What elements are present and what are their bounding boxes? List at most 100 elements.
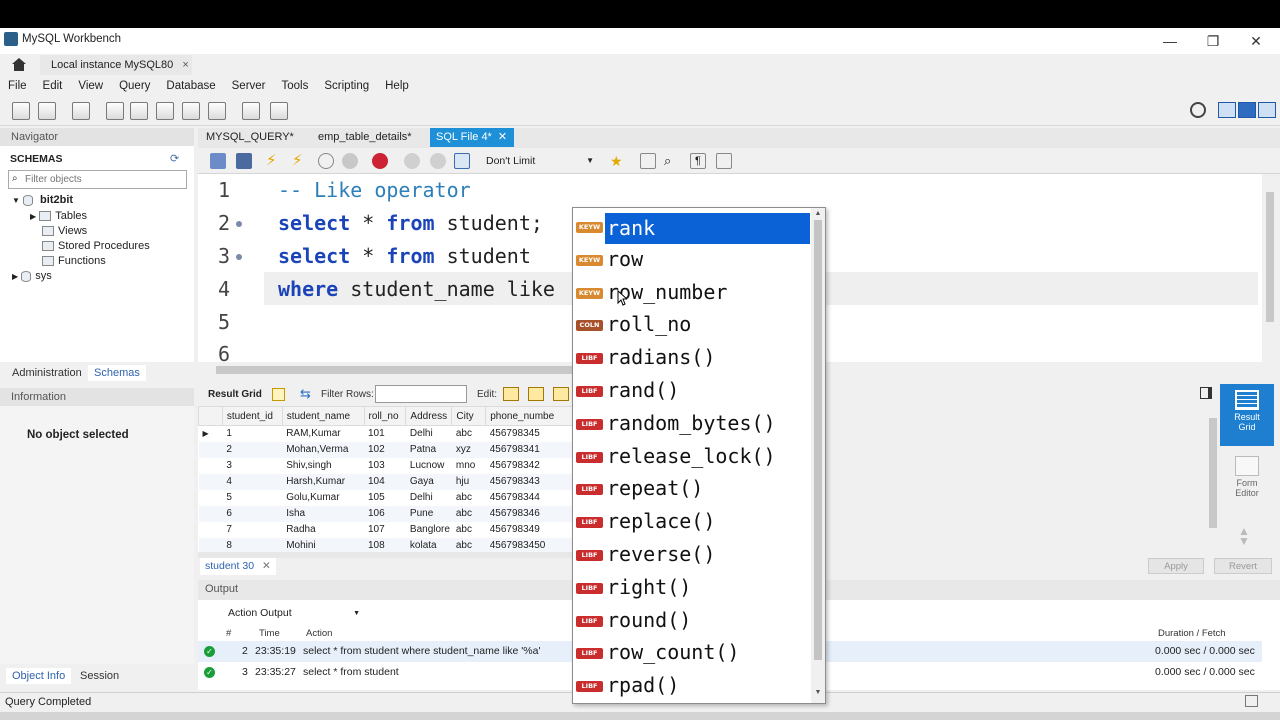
table-cell[interactable]: 103 bbox=[364, 458, 406, 474]
editor-vertical-scrollbar[interactable] bbox=[1262, 174, 1278, 362]
table-cell[interactable]: Mohini bbox=[282, 537, 364, 552]
create-procedure-icon[interactable] bbox=[182, 102, 200, 120]
beautify-star-icon[interactable]: ★ bbox=[610, 153, 626, 169]
row-selector[interactable] bbox=[198, 505, 223, 522]
execute-icon[interactable]: ⚡ bbox=[266, 153, 282, 169]
collapse-arrow-icon[interactable]: ▼ bbox=[12, 196, 20, 205]
tab-mysql-query[interactable]: MYSQL_QUERY* bbox=[200, 128, 300, 147]
menu-scripting[interactable]: Scripting bbox=[316, 76, 377, 96]
tab-close-icon[interactable]: ✕ bbox=[498, 131, 507, 143]
toggle-secondary-sidebar-icon[interactable] bbox=[1258, 102, 1276, 118]
row-selector[interactable] bbox=[199, 522, 223, 538]
table-cell[interactable]: Patna bbox=[405, 441, 452, 458]
rollback-icon[interactable] bbox=[430, 153, 446, 169]
limit-select[interactable]: Don't Limit ▼ bbox=[482, 152, 598, 170]
autocomplete-item[interactable]: KEYW row_number bbox=[574, 278, 810, 310]
column-header[interactable]: phone_numbe bbox=[485, 406, 574, 426]
create-view-icon[interactable] bbox=[156, 102, 174, 120]
table-cell[interactable]: Shiv,singh bbox=[282, 458, 364, 474]
toggle-sidebar-icon[interactable] bbox=[1218, 102, 1236, 118]
table-row[interactable]: 4 Harsh,Kumar 104 Gaya hju 456798343 bbox=[198, 473, 574, 490]
close-icon[interactable]: ✕ bbox=[262, 560, 271, 572]
table-cell[interactable]: abc bbox=[452, 490, 486, 506]
home-icon[interactable] bbox=[10, 56, 28, 72]
table-row[interactable]: 3 Shiv,singh 103 Lucnow mno 456798342 bbox=[199, 458, 574, 474]
table-cell[interactable]: 1 bbox=[222, 426, 282, 442]
table-row[interactable]: 2 Mohan,Verma 102 Patna xyz 456798341 bbox=[198, 441, 574, 458]
autocomplete-item[interactable]: LIBF replace() bbox=[574, 507, 810, 539]
maximize-button[interactable]: ❐ bbox=[1192, 28, 1234, 54]
instance-tab[interactable]: Local instance MySQL80 × bbox=[40, 55, 192, 75]
table-cell[interactable]: abc bbox=[452, 522, 486, 538]
search-table-data-icon[interactable] bbox=[242, 102, 260, 120]
grid-icon[interactable] bbox=[272, 388, 285, 401]
expand-arrow-icon[interactable]: ▶ bbox=[30, 212, 36, 221]
column-header[interactable]: City bbox=[451, 406, 487, 426]
create-function-icon[interactable] bbox=[208, 102, 226, 120]
table-cell[interactable]: abc bbox=[451, 505, 486, 522]
row-selector[interactable] bbox=[198, 473, 223, 490]
table-row[interactable]: 6 Isha 106 Pune abc 456798346 bbox=[198, 505, 574, 522]
save-icon[interactable] bbox=[236, 153, 252, 169]
row-selector[interactable] bbox=[198, 441, 223, 458]
tab-emp-table-details[interactable]: emp_table_details* bbox=[312, 128, 418, 147]
execute-current-icon[interactable]: ⚡ bbox=[292, 153, 308, 169]
schema-bit2bit[interactable]: ▼ bit2bit bbox=[12, 194, 73, 206]
reconnect-icon[interactable] bbox=[270, 102, 288, 120]
menu-database[interactable]: Database bbox=[158, 76, 223, 96]
table-row[interactable]: ▶ 1 RAM,Kumar 101 Delhi abc 456798345 bbox=[199, 426, 574, 442]
table-cell[interactable]: 104 bbox=[364, 473, 406, 490]
settings-gear-icon[interactable] bbox=[1190, 102, 1206, 118]
scroll-up-icon[interactable]: ▲ bbox=[811, 208, 825, 220]
insert-row-icon[interactable] bbox=[528, 387, 544, 401]
table-cell[interactable]: abc bbox=[452, 426, 486, 442]
autocomplete-item[interactable]: LIBF release_lock() bbox=[574, 442, 810, 474]
current-row-arrow-icon[interactable]: ▶ bbox=[199, 426, 223, 442]
table-cell[interactable]: 8 bbox=[222, 537, 283, 552]
filter-objects-input[interactable] bbox=[25, 172, 183, 187]
table-cell[interactable]: 107 bbox=[364, 522, 406, 538]
schema-filter[interactable]: ⌕ bbox=[8, 170, 187, 189]
toggle-error-icon[interactable] bbox=[372, 153, 388, 169]
menu-edit[interactable]: Edit bbox=[35, 76, 71, 96]
autocomplete-item[interactable]: LIBF repeat() bbox=[574, 474, 810, 506]
autocomplete-item[interactable]: LIBF rand() bbox=[574, 376, 810, 408]
table-cell[interactable]: 7 bbox=[222, 522, 282, 538]
table-cell[interactable]: 5 bbox=[222, 490, 282, 506]
tree-views[interactable]: Views bbox=[42, 225, 87, 237]
table-cell[interactable]: Isha bbox=[282, 505, 364, 522]
apply-button[interactable]: Apply bbox=[1148, 558, 1204, 574]
filter-rows-input[interactable] bbox=[375, 385, 467, 403]
table-cell[interactable]: Pune bbox=[405, 505, 452, 522]
table-cell[interactable]: 3 bbox=[222, 458, 282, 474]
tab-object-info[interactable]: Object Info bbox=[6, 668, 72, 684]
menu-tools[interactable]: Tools bbox=[274, 76, 317, 96]
open-file-icon[interactable] bbox=[210, 153, 226, 169]
table-cell[interactable]: Delhi bbox=[406, 426, 452, 442]
scroll-thumb[interactable] bbox=[814, 220, 822, 660]
table-cell[interactable]: 102 bbox=[364, 441, 406, 458]
table-cell[interactable]: 456798344 bbox=[486, 490, 574, 506]
delete-row-icon[interactable] bbox=[553, 387, 569, 401]
table-cell[interactable]: Lucnow bbox=[406, 458, 452, 474]
table-cell[interactable]: Banglore bbox=[406, 522, 452, 538]
new-sql-tab-icon[interactable] bbox=[12, 102, 30, 120]
table-cell[interactable]: abc bbox=[451, 537, 486, 552]
table-row[interactable]: 8 Mohini 108 kolata abc 4567983450 bbox=[198, 537, 574, 552]
toggle-panel-icon[interactable] bbox=[1200, 387, 1212, 399]
column-header[interactable]: student_name bbox=[281, 406, 365, 426]
invisible-chars-icon[interactable]: ¶ bbox=[690, 153, 706, 169]
table-cell[interactable]: 456798346 bbox=[485, 505, 574, 522]
table-cell[interactable]: Harsh,Kumar bbox=[282, 473, 364, 490]
table-cell[interactable]: Mohan,Verma bbox=[282, 441, 364, 458]
tree-tables[interactable]: ▶ Tables bbox=[30, 210, 87, 222]
word-wrap-icon[interactable] bbox=[716, 153, 732, 169]
autocomplete-item[interactable]: LIBF radians() bbox=[574, 343, 810, 375]
table-cell[interactable]: 101 bbox=[364, 426, 406, 442]
table-cell[interactable]: 456798342 bbox=[486, 458, 574, 474]
inspector-icon[interactable] bbox=[72, 102, 90, 120]
autocomplete-item[interactable]: KEYW rank bbox=[574, 212, 810, 244]
explain-icon[interactable] bbox=[318, 153, 334, 169]
tree-functions[interactable]: Functions bbox=[42, 255, 106, 267]
autocomplete-scrollbar[interactable]: ▲ ▼ bbox=[811, 208, 825, 703]
